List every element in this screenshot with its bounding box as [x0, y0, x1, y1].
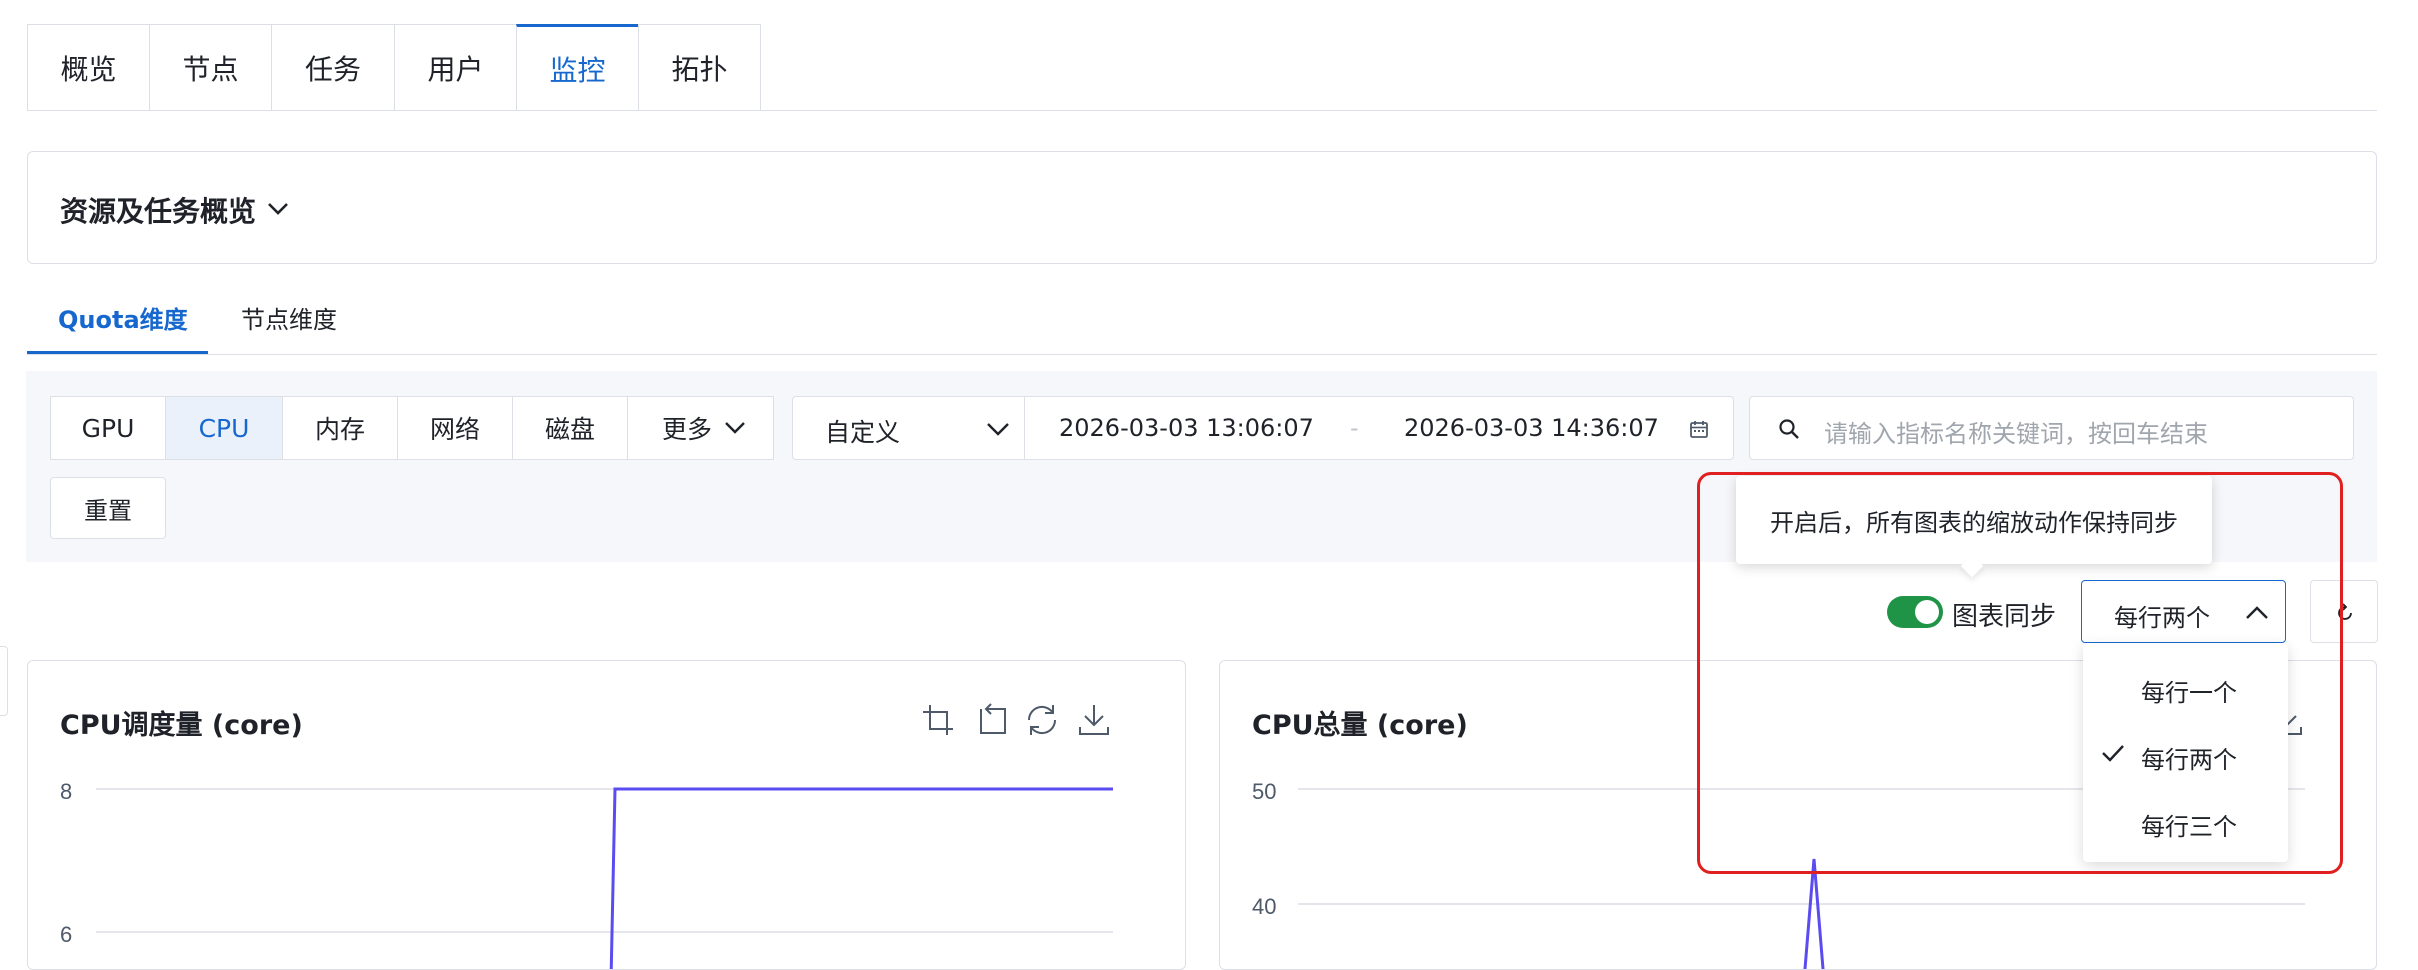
chart-card-cpu-scheduled: CPU调度量 (core) 8 6: [27, 660, 1186, 970]
date-range-picker[interactable]: 2026-03-03 13:06:07 - 2026-03-03 14:36:0…: [1024, 396, 1734, 460]
overview-title: 资源及任务概览: [60, 195, 257, 228]
chevron-down-icon[interactable]: [266, 200, 290, 218]
metric-disk[interactable]: 磁盘: [512, 396, 628, 460]
chevron-down-icon: [987, 423, 1009, 436]
series-line: [1803, 858, 1825, 969]
tab-divider: [27, 110, 2377, 111]
chart-plot: 8 6: [60, 779, 1113, 969]
tab-tasks[interactable]: 任务: [271, 24, 395, 111]
time-mode-value: 自定义: [825, 418, 901, 447]
metric-more-label: 更多: [662, 415, 713, 444]
chevron-down-icon: [725, 422, 745, 434]
subtab-node[interactable]: 节点维度: [241, 300, 337, 335]
y-tick-label: 50: [1252, 779, 1276, 804]
tab-monitor[interactable]: 监控: [516, 24, 639, 111]
date-end[interactable]: 2026-03-03 14:36:07: [1404, 414, 1659, 442]
search-placeholder: 请输入指标名称关键词，按回车结束: [1824, 420, 2208, 448]
tab-nodes[interactable]: 节点: [149, 24, 272, 111]
tab-users[interactable]: 用户: [394, 24, 517, 111]
calendar-icon[interactable]: [1689, 419, 1709, 439]
metric-memory[interactable]: 内存: [282, 396, 398, 460]
metric-more[interactable]: 更多: [627, 396, 774, 460]
side-panel-handle[interactable]: [0, 646, 8, 716]
tab-overview[interactable]: 概览: [27, 24, 150, 111]
y-tick-label: 6: [60, 922, 72, 947]
y-tick-label: 40: [1252, 894, 1276, 919]
overview-panel[interactable]: 资源及任务概览: [27, 151, 2377, 264]
metric-gpu[interactable]: GPU: [50, 396, 166, 460]
series-line: [609, 787, 1113, 969]
date-separator: -: [1350, 414, 1359, 442]
time-mode-select[interactable]: 自定义: [792, 396, 1025, 460]
search-input[interactable]: 请输入指标名称关键词，按回车结束: [1749, 396, 2354, 460]
subtab-divider: [27, 354, 2377, 355]
tab-topology[interactable]: 拓扑: [638, 24, 761, 111]
highlight-box: [1697, 472, 2343, 874]
date-start[interactable]: 2026-03-03 13:06:07: [1059, 414, 1314, 442]
reset-button[interactable]: 重置: [50, 477, 166, 539]
metric-network[interactable]: 网络: [397, 396, 513, 460]
search-icon: [1779, 419, 1799, 439]
subtab-quota[interactable]: Quota维度: [58, 300, 188, 335]
metric-cpu[interactable]: CPU: [165, 396, 283, 460]
y-tick-label: 8: [60, 779, 72, 804]
